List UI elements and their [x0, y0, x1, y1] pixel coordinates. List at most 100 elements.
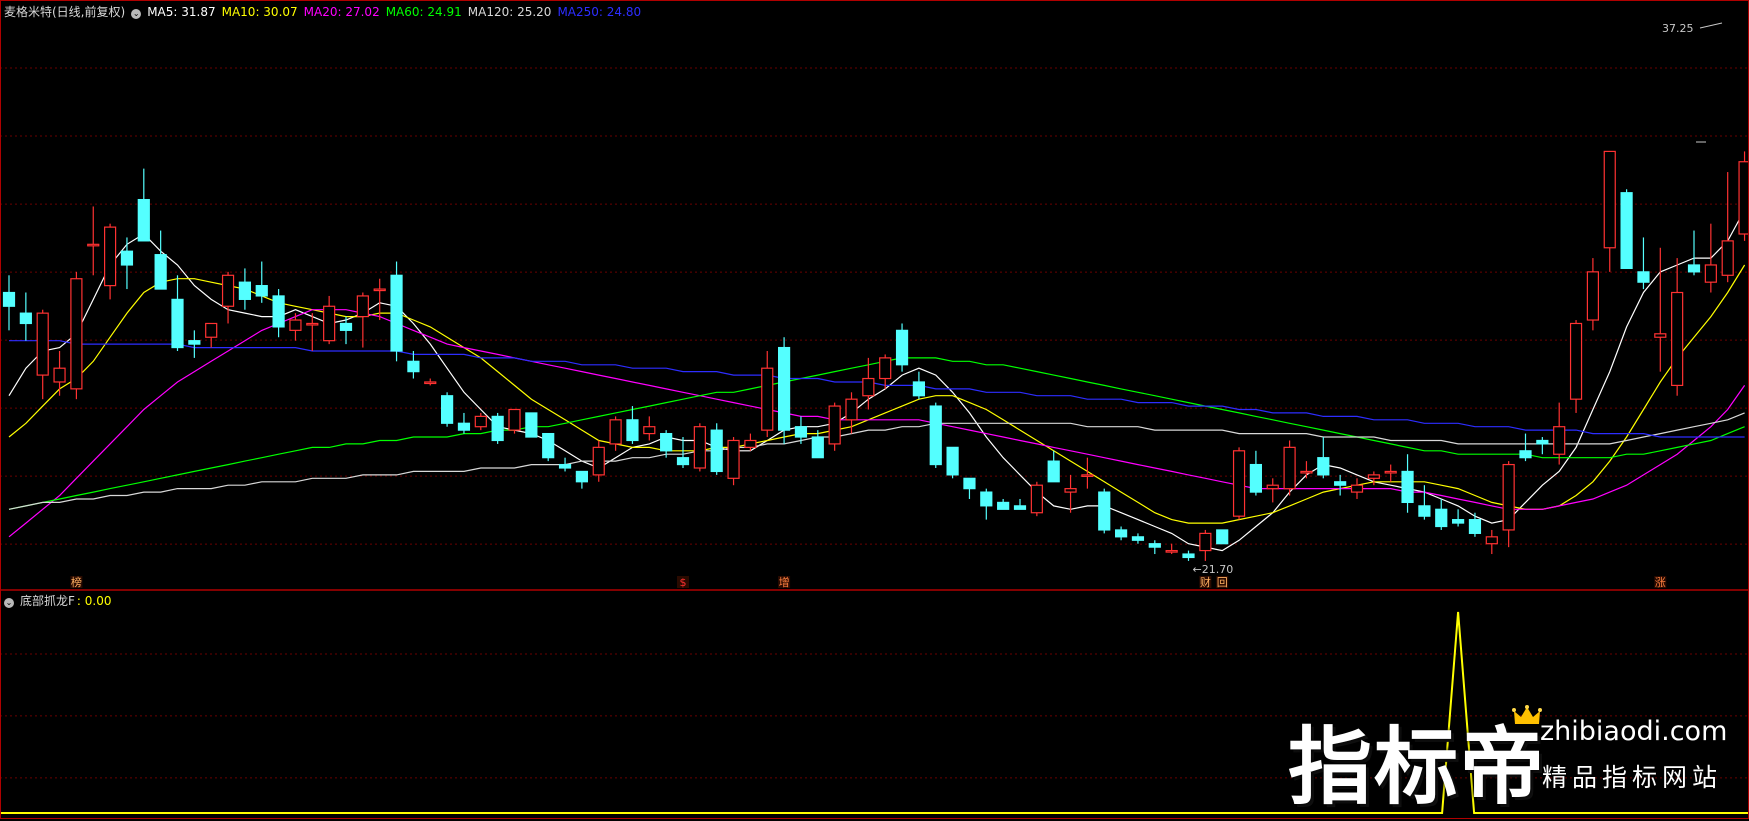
candle[interactable] — [1554, 403, 1565, 465]
candle[interactable] — [1469, 513, 1480, 537]
candle[interactable] — [1385, 465, 1396, 482]
event-marker[interactable]: 涨 — [1654, 576, 1666, 589]
candle[interactable] — [223, 272, 234, 324]
candle[interactable] — [1638, 237, 1649, 289]
candle[interactable] — [1149, 540, 1160, 554]
candle[interactable] — [71, 272, 82, 399]
candle[interactable] — [897, 323, 908, 371]
candle[interactable] — [526, 413, 537, 437]
stock-chart[interactable]: 37.25←21.70 榜$增财回涨 — [0, 0, 1749, 819]
candle[interactable] — [1065, 475, 1076, 513]
candle[interactable] — [1486, 530, 1497, 554]
event-marker[interactable]: 回 — [1216, 576, 1228, 589]
candle[interactable] — [307, 313, 318, 351]
candle[interactable] — [560, 458, 571, 472]
candle[interactable] — [391, 262, 402, 362]
candle[interactable] — [1419, 485, 1430, 519]
candle[interactable] — [1503, 461, 1514, 547]
candle[interactable] — [913, 372, 924, 400]
candle[interactable] — [1200, 530, 1211, 561]
candle[interactable] — [239, 268, 250, 309]
candle[interactable] — [1402, 454, 1413, 513]
candle[interactable] — [408, 351, 419, 379]
candle[interactable] — [54, 351, 65, 396]
candlesticks[interactable] — [4, 151, 1749, 561]
candle[interactable] — [324, 296, 335, 344]
candle[interactable] — [1335, 475, 1346, 496]
candle[interactable] — [492, 413, 503, 444]
candle[interactable] — [728, 437, 739, 485]
candle[interactable] — [627, 406, 638, 444]
candle[interactable] — [1436, 499, 1447, 530]
candle[interactable] — [1267, 478, 1278, 502]
candle[interactable] — [256, 262, 267, 303]
ma-toggle-icon[interactable]: ⌄ — [131, 9, 141, 19]
candle[interactable] — [593, 440, 604, 481]
candle[interactable] — [981, 489, 992, 520]
candle[interactable] — [964, 478, 975, 499]
candle[interactable] — [155, 231, 166, 290]
candle[interactable] — [1284, 440, 1295, 495]
indicator-toggle-icon[interactable]: ⌄ — [4, 598, 14, 608]
candle[interactable] — [37, 310, 48, 399]
candle[interactable] — [711, 423, 722, 475]
candle[interactable] — [1453, 509, 1464, 526]
candle[interactable] — [1672, 258, 1683, 396]
event-markers[interactable]: 榜 $ 增 财回 涨 — [70, 575, 1666, 589]
candle[interactable] — [105, 224, 116, 300]
candle[interactable] — [425, 379, 436, 386]
candle[interactable] — [812, 430, 823, 458]
candle[interactable] — [644, 416, 655, 440]
candle[interactable] — [1183, 551, 1194, 561]
candle[interactable] — [273, 289, 284, 337]
candle[interactable] — [678, 437, 689, 468]
candle[interactable] — [694, 423, 705, 471]
candle[interactable] — [1099, 489, 1110, 534]
candle[interactable] — [1537, 437, 1548, 454]
candle[interactable] — [1722, 172, 1733, 282]
candle[interactable] — [1739, 151, 1749, 240]
candle[interactable] — [1655, 248, 1666, 372]
event-marker[interactable]: 增 — [778, 575, 790, 589]
candle[interactable] — [1015, 499, 1026, 509]
candle[interactable] — [610, 416, 621, 450]
candle[interactable] — [1250, 451, 1261, 496]
candle[interactable] — [829, 403, 840, 451]
candle[interactable] — [172, 275, 183, 351]
candle[interactable] — [930, 403, 941, 468]
candle[interactable] — [509, 410, 520, 434]
candle[interactable] — [475, 413, 486, 430]
event-marker[interactable]: 榜 — [70, 575, 82, 589]
candle[interactable] — [290, 313, 301, 341]
candle[interactable] — [1048, 451, 1059, 482]
candle[interactable] — [206, 323, 217, 347]
candle[interactable] — [1520, 434, 1531, 462]
candle[interactable] — [121, 237, 132, 289]
candle[interactable] — [661, 430, 672, 458]
candle[interactable] — [4, 275, 15, 330]
event-marker[interactable]: $ — [677, 576, 689, 589]
candle[interactable] — [762, 351, 773, 437]
candle[interactable] — [1604, 151, 1615, 271]
candle[interactable] — [1587, 258, 1598, 330]
candle[interactable] — [1571, 320, 1582, 413]
candle[interactable] — [779, 337, 790, 444]
candle[interactable] — [880, 354, 891, 388]
candle[interactable] — [1318, 437, 1329, 478]
candle[interactable] — [1234, 447, 1245, 519]
candle[interactable] — [1166, 544, 1177, 554]
candle[interactable] — [1621, 189, 1632, 268]
candle[interactable] — [947, 447, 958, 478]
candle[interactable] — [1352, 478, 1363, 499]
candle[interactable] — [1217, 530, 1228, 544]
candle[interactable] — [543, 434, 554, 462]
event-marker[interactable]: 财 — [1199, 575, 1211, 589]
candle[interactable] — [1132, 533, 1143, 543]
candle[interactable] — [1031, 482, 1042, 516]
candle[interactable] — [20, 293, 31, 341]
candle[interactable] — [1116, 527, 1127, 541]
candle[interactable] — [357, 293, 368, 348]
candle[interactable] — [138, 169, 149, 241]
candle[interactable] — [998, 499, 1009, 509]
candle[interactable] — [88, 206, 99, 275]
